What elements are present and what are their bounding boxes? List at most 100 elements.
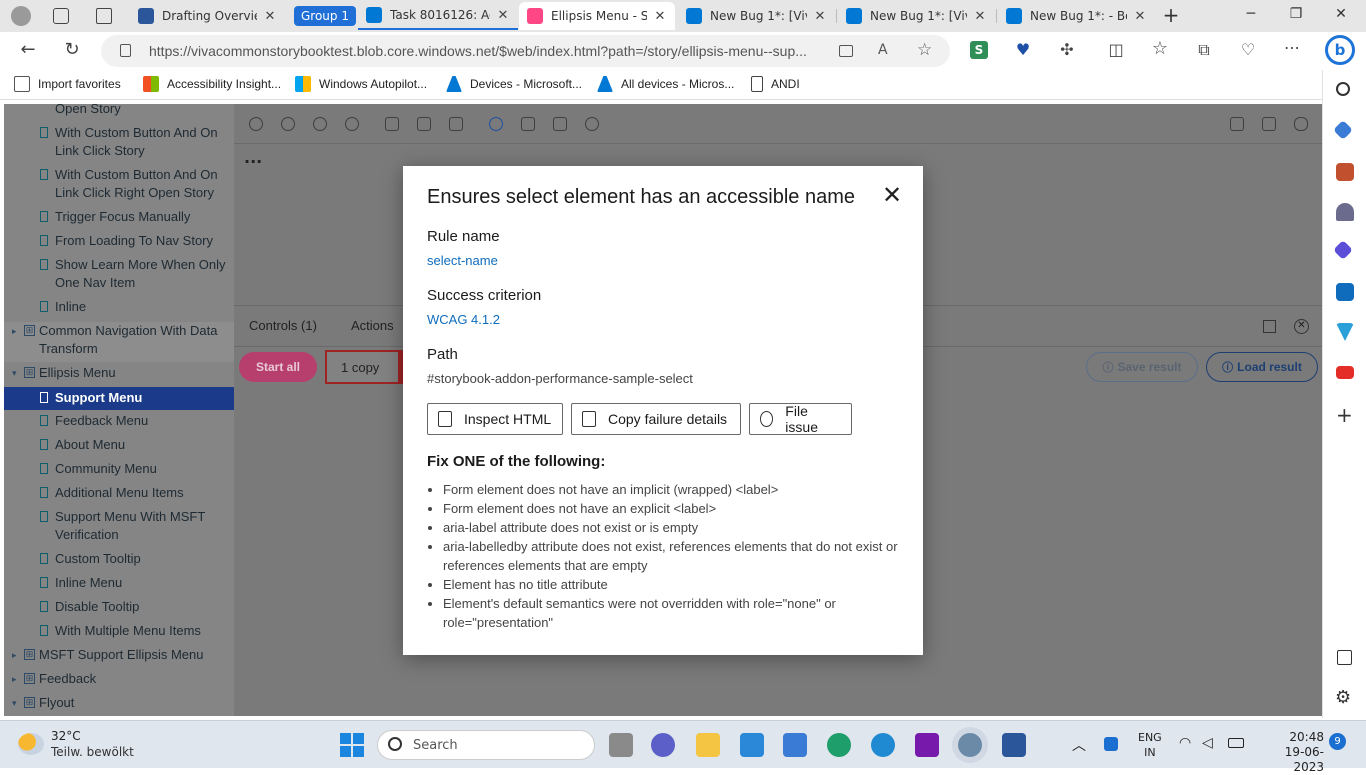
add-sidebar-icon[interactable]: + (1336, 403, 1353, 427)
sidebar-item-learn-more[interactable]: Show Learn More When Only One Nav Item (4, 256, 234, 296)
store-icon[interactable] (783, 733, 807, 757)
drop-icon[interactable] (1336, 323, 1354, 341)
sidebar-item-additional-menu-items[interactable]: Additional Menu Items (4, 484, 234, 506)
outline-icon[interactable] (489, 117, 503, 131)
tab-drafting-overview[interactable]: Drafting Overview ✕ (130, 2, 285, 30)
viewport-icon[interactable] (449, 117, 463, 131)
tab-group-label[interactable]: Group 1 (294, 6, 356, 26)
grid-icon[interactable] (417, 117, 431, 131)
more-icon[interactable]: ⋯ (1281, 38, 1303, 57)
tab-new-bug-2[interactable]: New Bug 1*: [Viva ✕ (838, 2, 995, 30)
file-issue-button[interactable]: File issue (749, 403, 852, 435)
sidebar-item-custom-tooltip[interactable]: Custom Tooltip (4, 550, 234, 572)
reload-icon[interactable] (249, 117, 263, 131)
edge-profile-icon[interactable] (958, 733, 982, 757)
new-tab-button[interactable]: + (1161, 3, 1181, 27)
zoom-reset-icon[interactable] (345, 117, 359, 131)
app-available-icon[interactable] (839, 45, 853, 57)
battery-icon[interactable] (1228, 738, 1244, 748)
search-box[interactable]: Search (377, 730, 595, 760)
tab-controls[interactable]: Controls (1) (249, 318, 317, 333)
sidebar-item-community-menu[interactable]: Community Menu (4, 460, 234, 482)
weather-icon[interactable] (18, 733, 44, 755)
sidebar-item-custom-button-story[interactable]: With Custom Button And On Link Click Sto… (4, 124, 234, 164)
close-icon[interactable]: ✕ (881, 184, 903, 208)
copy-failure-details-button[interactable]: Copy failure details (571, 403, 741, 435)
file-explorer-multi-icon[interactable] (609, 733, 633, 757)
workspaces-icon[interactable] (53, 8, 69, 24)
fullscreen-icon[interactable] (1230, 117, 1244, 131)
sidebar-group-common-navigation[interactable]: ▸ ⊞ Common Navigation With Data Transfor… (4, 322, 234, 362)
open-new-tab-icon[interactable] (1262, 117, 1276, 131)
youtube-icon[interactable] (1336, 366, 1354, 379)
zoom-in-icon[interactable] (281, 117, 295, 131)
sidebar-item-about-menu[interactable]: About Menu (4, 436, 234, 458)
inspect-html-button[interactable]: Inspect HTML (427, 403, 563, 435)
sidebar-item-inline-menu[interactable]: Inline Menu (4, 574, 234, 596)
success-criterion-link[interactable]: WCAG 4.1.2 (427, 312, 500, 327)
sidebar-item-loading-to-nav[interactable]: From Loading To Nav Story (4, 232, 234, 254)
close-tab-icon[interactable]: ✕ (813, 9, 827, 24)
teams-icon[interactable] (651, 733, 675, 757)
tab-new-bug-1[interactable]: New Bug 1*: [Viva ✕ (678, 2, 835, 30)
sidebar-item-inline[interactable]: Inline (4, 298, 234, 320)
favorites-icon[interactable]: ☆ (1149, 38, 1171, 59)
close-tab-icon[interactable]: ✕ (1133, 9, 1147, 24)
windows-start-icon[interactable] (340, 733, 364, 757)
read-aloud-icon[interactable]: A (878, 42, 888, 58)
measure-icon[interactable] (521, 117, 535, 131)
accessibility-icon[interactable] (585, 117, 599, 131)
sidebar-item-support-menu-msft[interactable]: Support Menu With MSFT Verification (4, 508, 234, 548)
volume-icon[interactable]: ◁ (1202, 735, 1213, 751)
fav-andi[interactable]: ANDI (751, 76, 800, 92)
minimize-button[interactable]: ─ (1241, 6, 1261, 22)
close-tab-icon[interactable]: ✕ (653, 9, 667, 24)
weather-temp[interactable]: 32°C (51, 729, 81, 743)
hide-sidebar-icon[interactable] (1337, 650, 1352, 665)
sidebar-group-ellipsis-menu[interactable]: ▾ ⊞ Ellipsis Menu (4, 364, 234, 386)
sidebar-group-msft-support[interactable]: ▸ ⊞ MSFT Support Ellipsis Menu (4, 646, 234, 668)
tab-actions-icon[interactable] (96, 8, 112, 24)
sidebar-group-feedback[interactable]: ▸ ⊞ Feedback (4, 670, 234, 692)
sidebar-item-custom-button-right-open[interactable]: With Custom Button And On Link Click Rig… (4, 166, 234, 206)
sidebar-item-multiple-menu-items[interactable]: With Multiple Menu Items (4, 622, 234, 644)
microsoft-365-icon[interactable] (1333, 240, 1353, 260)
zoom-out-icon[interactable] (313, 117, 327, 131)
language-indicator[interactable]: ENG IN (1138, 730, 1162, 760)
lock-icon[interactable] (120, 44, 131, 57)
tab-task[interactable]: Task 8016126: Acc ✕ (358, 2, 518, 30)
fav-accessibility-insights[interactable]: Accessibility Insight... (143, 76, 281, 92)
refresh-icon[interactable]: ↻ (61, 39, 83, 60)
extension-s-icon[interactable]: S (970, 41, 988, 59)
panel-layout-icon[interactable] (1263, 320, 1276, 333)
collections-icon[interactable]: ⧉ (1193, 40, 1215, 60)
background-icon[interactable] (385, 117, 399, 131)
edge-dev-icon[interactable] (827, 733, 851, 757)
chevron-up-icon[interactable]: ︿ (1072, 735, 1086, 755)
search-icon[interactable] (1336, 82, 1350, 96)
sidebar-item-disable-tooltip[interactable]: Disable Tooltip (4, 598, 234, 620)
close-tab-icon[interactable]: ✕ (263, 9, 277, 24)
notification-badge[interactable]: 9 (1329, 733, 1346, 750)
settings-gear-icon[interactable]: ⚙ (1335, 687, 1351, 708)
fav-all-devices[interactable]: All devices - Micros... (597, 76, 734, 92)
fav-devices-microsoft[interactable]: Devices - Microsoft... (446, 76, 582, 92)
address-bar[interactable]: https://vivacommonstorybooktest.blob.cor… (101, 35, 950, 67)
close-window-button[interactable]: ✕ (1331, 6, 1351, 22)
word-icon[interactable] (1002, 733, 1026, 757)
performance-icon[interactable]: ♡ (1237, 40, 1259, 59)
fav-import-favorites[interactable]: Import favorites (14, 76, 121, 92)
split-screen-icon[interactable]: ◫ (1105, 40, 1127, 59)
extensions-icon[interactable]: ✣ (1056, 40, 1078, 59)
edge-icon[interactable] (871, 733, 895, 757)
shopping-tag-icon[interactable] (1333, 120, 1353, 140)
sidebar-item-feedback-menu[interactable]: Feedback Menu (4, 412, 234, 434)
outlook-icon[interactable] (1336, 283, 1354, 301)
bing-icon[interactable]: b (1325, 35, 1355, 65)
wifi-icon[interactable]: ◠ (1179, 735, 1191, 751)
panel-close-icon[interactable]: ✕ (1294, 319, 1309, 334)
file-explorer-icon[interactable] (696, 733, 720, 757)
crop-icon[interactable] (553, 117, 567, 131)
tab-new-bug-3[interactable]: New Bug 1*: - Boa ✕ (998, 2, 1155, 30)
ellipsis-menu-button[interactable]: ... (244, 148, 262, 167)
